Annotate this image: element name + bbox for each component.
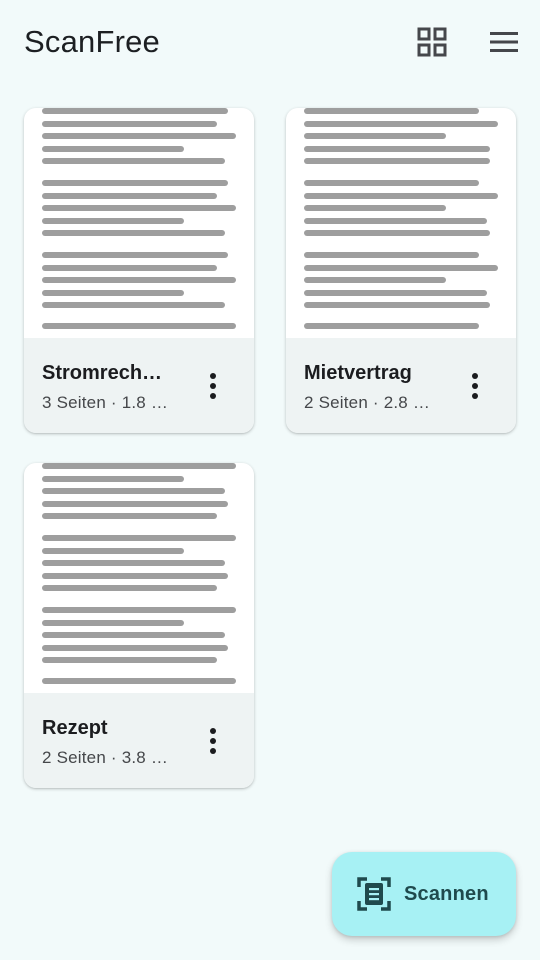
more-vert-icon xyxy=(210,728,216,754)
more-options-button[interactable] xyxy=(458,366,492,406)
scan-fab[interactable]: Scannen xyxy=(332,852,516,936)
document-meta: 2 Seiten · 3.8 MB xyxy=(42,748,176,767)
more-options-button[interactable] xyxy=(196,366,230,406)
more-vert-icon xyxy=(210,373,216,399)
document-card[interactable]: Stromrechnung 3 Seiten · 1.8 MB xyxy=(24,108,254,433)
document-preview xyxy=(24,108,254,338)
document-meta: 2 Seiten · 2.8 MB xyxy=(304,393,438,412)
document-card-footer: Rezept 2 Seiten · 3.8 MB xyxy=(24,693,254,788)
document-card[interactable]: Mietvertrag 2 Seiten · 2.8 MB xyxy=(286,108,516,433)
document-meta: 3 Seiten · 1.8 MB xyxy=(42,393,176,412)
document-card-footer: Stromrechnung 3 Seiten · 1.8 MB xyxy=(24,338,254,433)
document-preview xyxy=(286,108,516,338)
menu-icon xyxy=(490,32,518,52)
document-scanner-icon xyxy=(357,877,391,911)
document-title: Rezept xyxy=(42,717,108,739)
menu-button[interactable] xyxy=(484,22,524,62)
document-card-footer: Mietvertrag 2 Seiten · 2.8 MB xyxy=(286,338,516,433)
app-title: ScanFree xyxy=(24,24,160,59)
more-vert-icon xyxy=(472,373,478,399)
scan-button-label: Scannen xyxy=(404,883,489,905)
app-bar: ScanFree xyxy=(0,0,540,86)
document-title: Mietvertrag xyxy=(304,362,412,384)
grid-view-icon xyxy=(417,27,447,57)
more-options-button[interactable] xyxy=(196,721,230,761)
grid-view-button[interactable] xyxy=(412,22,452,62)
document-title: Stromrechnung xyxy=(42,362,174,384)
document-preview xyxy=(24,463,254,693)
document-card[interactable]: Rezept 2 Seiten · 3.8 MB xyxy=(24,463,254,788)
